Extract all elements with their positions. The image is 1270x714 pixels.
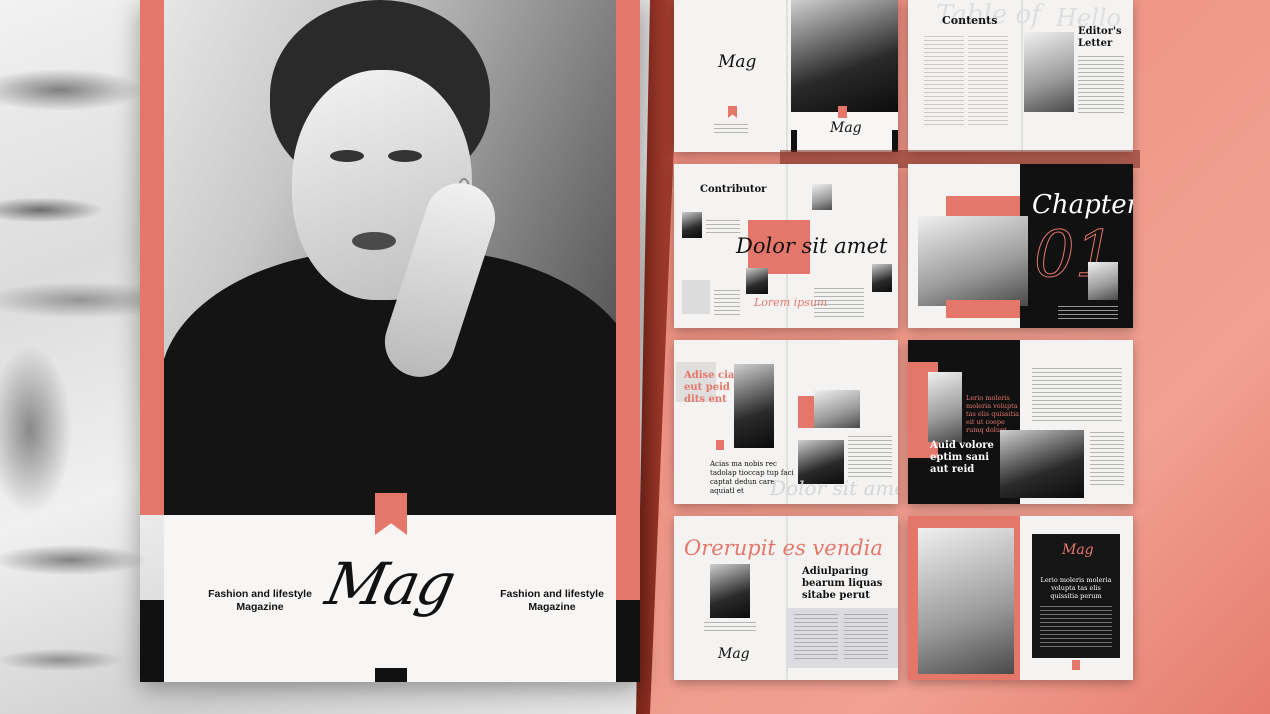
text-block xyxy=(1090,432,1124,488)
contributor-photo xyxy=(872,264,892,292)
bookmark-icon xyxy=(1072,660,1080,670)
spread-thumbnail[interactable]: Orerupit es vendia Mag Adiulparing bearu… xyxy=(674,516,898,680)
cover-photo xyxy=(140,0,640,515)
text-block xyxy=(1058,306,1118,320)
spread-photo xyxy=(791,0,898,112)
contents-title: Contents xyxy=(942,14,998,27)
chapter-photo xyxy=(918,216,1028,306)
text-block xyxy=(714,124,748,136)
contents-list xyxy=(924,36,964,126)
spread-logo: Mag xyxy=(830,120,862,136)
contributor-photo xyxy=(812,184,832,210)
cover-tagline-left: Fashion and lifestyle Magazine xyxy=(208,588,312,613)
contributor-title: Contributor xyxy=(700,184,767,195)
bookmark-icon xyxy=(728,106,737,118)
text-block xyxy=(1078,56,1124,116)
spread-thumbnail[interactable]: Table of Contents Hello Editor's Letter xyxy=(908,0,1133,152)
editor-title: Editor's Letter xyxy=(1078,26,1122,49)
black-edge xyxy=(892,130,898,152)
cover-coral-edge xyxy=(140,0,164,515)
article-subhead: Adiulparing bearum liquas sitabe perut xyxy=(802,566,883,601)
spread-thumbnail[interactable]: Contributor Dolor sit amet Lorem ipsum xyxy=(674,164,898,328)
cover-black-tab xyxy=(375,668,407,682)
article-photo xyxy=(734,364,774,448)
text-block xyxy=(1040,606,1112,650)
cover-coral-edge xyxy=(616,0,640,600)
article-photo xyxy=(928,372,962,442)
editor-photo xyxy=(1024,32,1074,112)
article-photo xyxy=(710,564,750,618)
cover-black-edge xyxy=(140,600,164,682)
magazine-cover: Fashion and lifestyle Magazine Mag Fashi… xyxy=(140,0,640,682)
cover-model-eye xyxy=(330,150,364,162)
bookmark-icon xyxy=(838,106,847,118)
cover-logo: Mag xyxy=(320,550,460,618)
text-block xyxy=(848,436,892,478)
article-photo xyxy=(814,390,860,428)
text-block xyxy=(814,288,864,318)
spread-fold xyxy=(786,0,788,152)
contributor-headline: Dolor sit amet xyxy=(736,234,888,258)
text-block xyxy=(704,622,756,634)
black-edge xyxy=(791,130,797,152)
text-block xyxy=(794,614,838,662)
spread-thumbnail[interactable]: Adise cia eut peid dits ent Acias ma nob… xyxy=(674,340,898,504)
article-headline: Adise cia eut peid dits ent xyxy=(684,370,735,405)
article-coral-text: Lerio moleris moleria volupta tas elis q… xyxy=(966,394,1020,434)
cover-model-lips xyxy=(352,232,396,250)
spread-logo: Mag xyxy=(718,52,757,72)
text-block xyxy=(1032,368,1122,424)
fashion-photo xyxy=(918,528,1014,674)
cover-tagline-right: Fashion and lifestyle Magazine xyxy=(500,588,604,613)
contents-list xyxy=(968,36,1008,126)
spread-thumbnail[interactable]: Chapter 01 xyxy=(908,164,1133,328)
contributor-photo xyxy=(682,212,702,238)
spread-thumbnail[interactable]: Mag Lerio moleris moleria volupta tas el… xyxy=(908,516,1133,680)
cover-model-eye xyxy=(388,150,422,162)
text-block xyxy=(714,290,740,316)
chapter-title: Chapter xyxy=(1032,190,1133,220)
article-headline: Orerupit es vendia xyxy=(684,536,883,560)
coral-block xyxy=(946,300,1020,318)
spread-logo: Mag xyxy=(1062,542,1094,558)
text-block xyxy=(706,220,740,234)
panel-body: Lerio moleris moleria volupta tas elis q… xyxy=(1040,576,1112,600)
spread-logo: Mag xyxy=(718,646,750,662)
grey-block xyxy=(682,280,710,314)
ghost-headline: Dolor sit amet xyxy=(770,476,898,500)
contributor-photo xyxy=(746,268,768,294)
article-headline: Auid volore eptim sani aut reid xyxy=(930,440,994,475)
spread-thumbnail[interactable]: Mag Mag xyxy=(674,0,898,152)
article-photo xyxy=(1000,430,1084,498)
text-block xyxy=(844,614,888,662)
chapter-inset-photo xyxy=(1088,262,1118,300)
spread-thumbnail[interactable]: Lerio moleris moleria volupta tas elis q… xyxy=(908,340,1133,504)
bookmark-icon xyxy=(716,440,724,450)
